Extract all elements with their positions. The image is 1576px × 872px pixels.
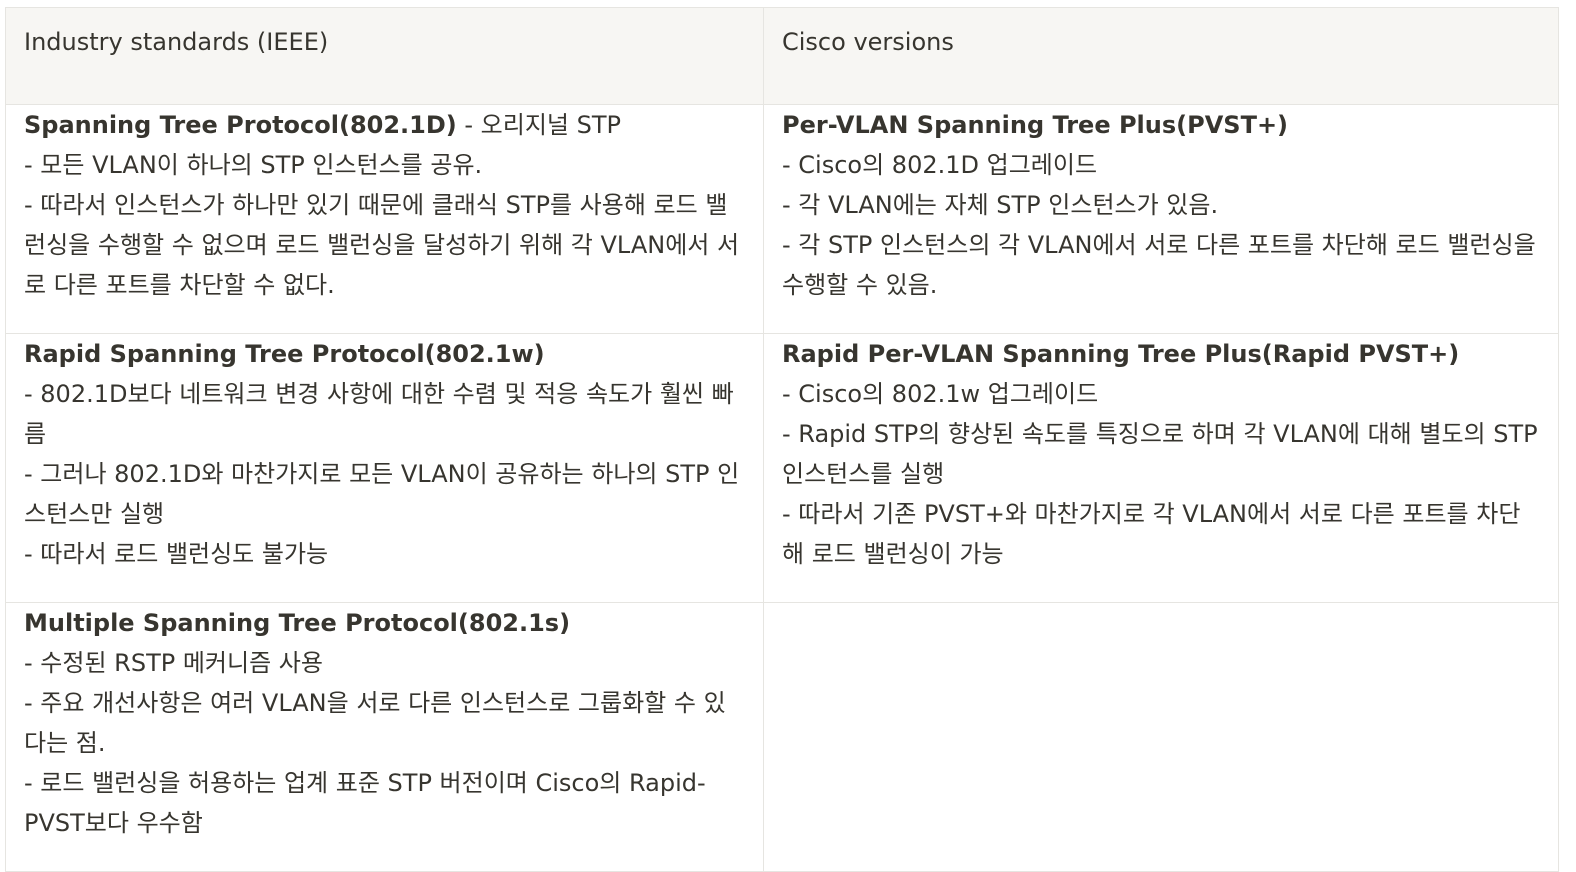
- table-row: Spanning Tree Protocol(802.1D) - 오리지널 ST…: [5, 104, 1559, 334]
- cell-title: Rapid Spanning Tree Protocol(802.1w): [24, 340, 545, 368]
- table-row: Rapid Spanning Tree Protocol(802.1w) - 8…: [5, 333, 1559, 603]
- comparison-table-container: Industry standards (IEEE) Cisco versions…: [5, 7, 1559, 872]
- cell-line: - 802.1D보다 네트워크 변경 사항에 대한 수렴 및 적응 속도가 훨씬…: [24, 380, 734, 448]
- cell-empty: [763, 602, 1559, 872]
- cell-title: Spanning Tree Protocol(802.1D): [24, 111, 457, 139]
- cell-heading: Spanning Tree Protocol(802.1D) - 오리지널 ST…: [24, 105, 745, 145]
- header-ieee: Industry standards (IEEE): [5, 7, 764, 105]
- cell-cisco-rapid-pvst: Rapid Per-VLAN Spanning Tree Plus(Rapid …: [763, 333, 1559, 603]
- cell-line: - Cisco의 802.1D 업그레이드: [782, 151, 1098, 179]
- cell-title-suffix: - 오리지널 STP: [456, 111, 621, 139]
- table-header-row: Industry standards (IEEE) Cisco versions: [5, 7, 1559, 105]
- stp-comparison-table: Industry standards (IEEE) Cisco versions…: [5, 7, 1559, 872]
- cell-line: - 수정된 RSTP 메커니즘 사용: [24, 649, 323, 677]
- table-row: Multiple Spanning Tree Protocol(802.1s) …: [5, 602, 1559, 872]
- cell-title: Rapid Per-VLAN Spanning Tree Plus(Rapid …: [782, 340, 1460, 368]
- cell-line: - 로드 밸런싱을 허용하는 업계 표준 STP 버전이며 Cisco의 Rap…: [24, 769, 706, 837]
- cell-line: - 따라서 인스턴스가 하나만 있기 때문에 클래식 STP를 사용해 로드 밸…: [24, 191, 740, 299]
- cell-line: - 따라서 기존 PVST+와 마찬가지로 각 VLAN에서 서로 다른 포트를…: [782, 500, 1521, 568]
- cell-title: Per-VLAN Spanning Tree Plus(PVST+): [782, 111, 1289, 139]
- cell-ieee-802-1w: Rapid Spanning Tree Protocol(802.1w) - 8…: [5, 333, 764, 603]
- cell-cisco-pvst: Per-VLAN Spanning Tree Plus(PVST+) - Cis…: [763, 104, 1559, 334]
- cell-line: - 따라서 로드 밸런싱도 불가능: [24, 540, 329, 568]
- header-ieee-label: Industry standards (IEEE): [24, 28, 329, 56]
- cell-line: - 모든 VLAN이 하나의 STP 인스턴스를 공유.: [24, 151, 483, 179]
- header-cisco: Cisco versions: [763, 7, 1559, 105]
- cell-ieee-802-1s: Multiple Spanning Tree Protocol(802.1s) …: [5, 602, 764, 872]
- cell-line: - 각 VLAN에는 자체 STP 인스턴스가 있음.: [782, 191, 1219, 219]
- cell-line: - Cisco의 802.1w 업그레이드: [782, 380, 1099, 408]
- header-cisco-label: Cisco versions: [782, 28, 954, 56]
- cell-title: Multiple Spanning Tree Protocol(802.1s): [24, 609, 571, 637]
- cell-line: - 그러나 802.1D와 마찬가지로 모든 VLAN이 공유하는 하나의 ST…: [24, 460, 740, 528]
- cell-ieee-802-1d: Spanning Tree Protocol(802.1D) - 오리지널 ST…: [5, 104, 764, 334]
- cell-line: - 각 STP 인스턴스의 각 VLAN에서 서로 다른 포트를 차단해 로드 …: [782, 231, 1536, 299]
- cell-line: - Rapid STP의 향상된 속도를 특징으로 하며 각 VLAN에 대해 …: [782, 420, 1538, 488]
- cell-line: - 주요 개선사항은 여러 VLAN을 서로 다른 인스턴스로 그룹화할 수 있…: [24, 689, 726, 757]
